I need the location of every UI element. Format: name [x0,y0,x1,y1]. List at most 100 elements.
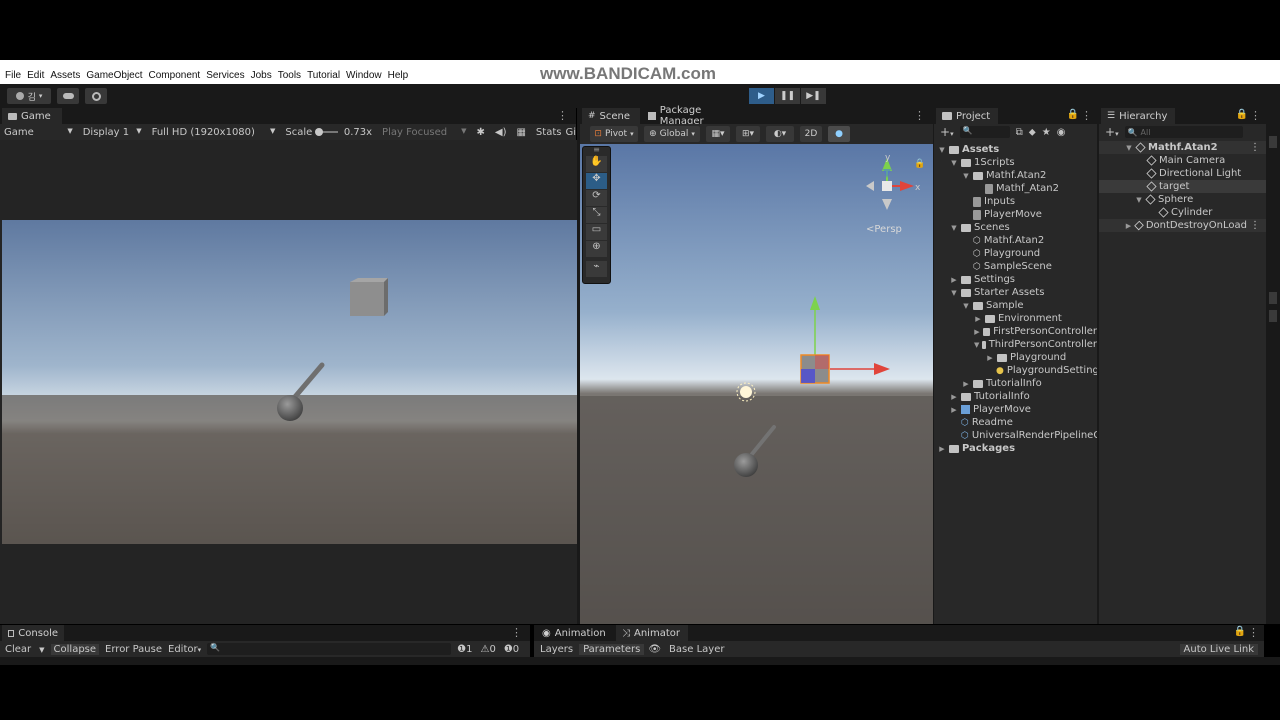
hierarchy-item[interactable]: Cylinder [1099,206,1266,219]
account-button[interactable]: 김 ▾ [7,88,51,104]
layers-tab[interactable]: Layers [540,644,573,655]
tree-asset[interactable]: ▶ PlayerMove [934,403,1097,416]
play-focused-dropdown[interactable]: Play Focused ▼ [382,127,466,138]
project-search-input[interactable]: 🔍 [959,126,1010,138]
pivot-dropdown[interactable]: ⊡ Pivot ▾ [590,126,638,142]
expand-arrow-icon[interactable]: ▼ [1135,196,1143,204]
hierarchy-item[interactable]: ▼ Sphere [1099,193,1266,206]
menu-jobs[interactable]: Jobs [251,70,272,81]
tree-scene[interactable]: ⬡ Mathf.Atan2 [934,234,1097,247]
scene-toolbar-more[interactable] [911,127,925,141]
game-mode-dropdown[interactable]: Game ▼ [4,127,73,138]
expand-arrow-icon[interactable]: ▶ [950,276,958,284]
tree-script[interactable]: Mathf_Atan2 [934,182,1097,195]
parameters-tab[interactable]: Parameters [579,643,645,655]
more-options-icon[interactable]: ⋮ [1248,626,1259,639]
tree-scene[interactable]: ⬡ SampleScene [934,260,1097,273]
hierarchy-search-input[interactable]: 🔍 All [1124,126,1243,138]
tree-folder[interactable]: ▶ FirstPersonController [934,325,1097,338]
expand-arrow-icon[interactable]: ▶ [938,445,946,453]
auto-live-link-toggle[interactable]: Auto Live Link [1179,643,1258,655]
grid-icon[interactable]: ▦ [516,127,525,138]
transform-tool[interactable]: ⊕ [586,241,607,257]
expand-arrow-icon[interactable]: ▶ [950,393,958,401]
more-options-icon[interactable]: ⋮ [557,109,568,122]
tab-project[interactable]: Project [936,108,998,124]
pause-button[interactable]: ❚❚ [775,88,800,104]
menu-edit[interactable]: Edit [27,70,44,81]
clear-dropdown[interactable]: Clear ▼ [5,644,45,655]
tree-folder[interactable]: ▶ Playground [934,351,1097,364]
info-count-toggle[interactable]: ❶1 [457,644,472,655]
error-count-toggle[interactable]: ❶0 [504,644,519,655]
eye-icon[interactable]: 👁 [648,644,661,655]
lock-icon[interactable]: 🔒 [1236,109,1248,120]
tab-game[interactable]: Game [2,108,62,124]
cloud-button[interactable] [57,88,79,104]
more-options-icon[interactable]: ⋮ [1250,109,1261,122]
lock-icon[interactable]: 🔒 [1234,626,1246,637]
hidden-packages-icon[interactable]: ◉ [1057,127,1066,138]
move-tool[interactable]: ✥ [586,173,607,189]
filter-type-icon[interactable]: ⧉ [1016,127,1023,138]
menu-file[interactable]: File [5,70,21,81]
console-search-input[interactable]: 🔍 [207,643,452,655]
hierarchy-item[interactable]: Directional Light [1099,167,1266,180]
collapse-toggle[interactable]: Collapse [50,643,100,655]
menu-assets[interactable]: Assets [50,70,80,81]
collab-button[interactable] [85,88,107,104]
hierarchy-item[interactable]: Main Camera [1099,154,1266,167]
expand-arrow-icon[interactable]: ▼ [950,224,958,232]
scene-root[interactable]: ▶ DontDestroyOnLoad ⋮ [1099,219,1266,232]
resolution-dropdown[interactable]: Full HD (1920x1080) ▼ [152,127,276,138]
tab-console[interactable]: Console [2,625,64,641]
directional-light-icon[interactable] [740,386,752,398]
scene-root[interactable]: ▼ Mathf.Atan2 ⋮ [1099,141,1266,154]
more-options-icon[interactable]: ⋮ [1250,220,1260,231]
tree-folder[interactable]: ▼ 1Scripts [934,156,1097,169]
menu-gameobject[interactable]: GameObject [86,70,142,81]
expand-arrow-icon[interactable]: ▼ [962,172,970,180]
more-options-icon[interactable]: ⋮ [1081,109,1092,122]
menu-services[interactable]: Services [206,70,244,81]
projection-toggle[interactable]: <Persp [866,224,902,235]
global-dropdown[interactable]: ⊕ Global ▾ [644,126,700,142]
expand-arrow-icon[interactable]: ▶ [986,354,994,362]
tree-folder[interactable]: ▼ Assets [934,143,1097,156]
expand-arrow-icon[interactable]: ▼ [950,289,958,297]
tree-folder[interactable]: ▼ Scenes [934,221,1097,234]
tree-asset[interactable]: ⬡ Readme [934,416,1097,429]
error-pause-toggle[interactable]: Error Pause [105,644,162,655]
rotate-tool[interactable]: ⟳ [586,190,607,206]
expand-arrow-icon[interactable]: ▼ [974,341,979,349]
scale-tool[interactable]: ⤡ [586,207,607,223]
menu-component[interactable]: Component [149,70,201,81]
more-options-icon[interactable]: ⋮ [914,109,925,122]
bug-icon[interactable]: ✱ [476,127,484,138]
menu-help[interactable]: Help [388,70,409,81]
scene-sphere[interactable] [734,453,758,477]
snap-increment-button[interactable]: ⊞▾ [736,126,760,142]
menu-window[interactable]: Window [346,70,382,81]
scale-slider-thumb[interactable] [315,128,324,136]
lighting-toggle[interactable]: ● [828,126,850,142]
lock-icon[interactable]: 🔒 [914,158,925,169]
tree-folder[interactable]: ▶ Settings [934,273,1097,286]
stats-button[interactable]: Stats [536,127,562,138]
expand-arrow-icon[interactable]: ▶ [974,328,980,336]
expand-arrow-icon[interactable]: ▼ [962,302,970,310]
tree-script[interactable]: PlayerMove [934,208,1097,221]
scale-slider[interactable] [315,128,338,136]
scene-viewport[interactable]: y x 🔒 ≡ ✋ ✥ ⟳ ⤡ ▭ ⊕ ⌁ <Persp [580,144,933,624]
favorite-icon[interactable]: ★ [1042,127,1051,138]
tab-animator[interactable]: ⤨ Animator [616,625,688,641]
game-viewport[interactable] [0,140,577,624]
tree-asset[interactable]: Inputs [934,195,1097,208]
base-layer-breadcrumb[interactable]: Base Layer [669,644,724,655]
tree-folder[interactable]: ▼ Starter Assets [934,286,1097,299]
speaker-icon[interactable]: ◀) [495,127,507,138]
more-options-icon[interactable]: ⋮ [511,626,522,639]
tree-folder[interactable]: ▼ Mathf.Atan2 [934,169,1097,182]
gizmos-button[interactable]: Gi [565,127,576,138]
expand-arrow-icon[interactable]: ▼ [950,159,958,167]
